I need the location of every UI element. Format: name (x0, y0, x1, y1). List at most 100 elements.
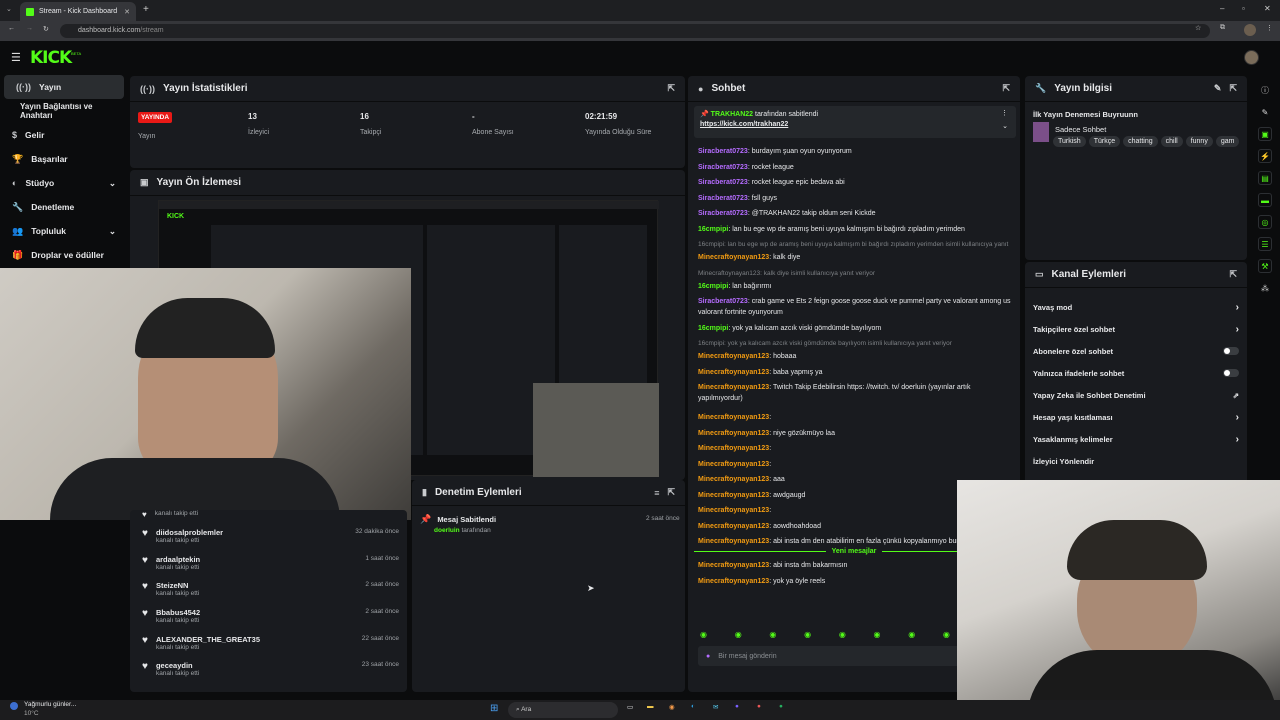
toggle-switch[interactable] (1223, 347, 1239, 355)
emote-icon[interactable]: ◉ (735, 630, 742, 642)
chat-username[interactable]: Minecraftoynayan123 (698, 578, 769, 585)
chat-username[interactable]: Minecraftoynayan123 (698, 523, 769, 530)
popout-icon[interactable]: ⇱ (1229, 269, 1237, 280)
emote-icon[interactable]: ◉ (874, 630, 881, 642)
kick-logo[interactable]: KICK (30, 48, 72, 68)
chat-username[interactable]: Minecraftoynayan123 (698, 445, 769, 452)
follower-name[interactable]: ALEXANDER_THE_GREAT35 (156, 635, 354, 644)
chat-username[interactable]: Minecraftoynayan123 (698, 492, 769, 499)
channel-action-item[interactable]: Takipçilere özel sohbet › (1025, 318, 1247, 340)
browser-tab[interactable]: Stream - Kick Dashboard ✕ (20, 2, 136, 21)
channel-action-item[interactable]: Yavaş mod › (1025, 296, 1247, 318)
follower-name[interactable]: SteizeNN (156, 581, 357, 590)
address-bar[interactable]: dashboard.kick.com/stream (60, 24, 1210, 38)
taskbar-search[interactable]: ⌕ Ara (508, 702, 618, 718)
minimize-icon[interactable]: – (1220, 4, 1224, 13)
emote-icon[interactable]: ◉ (769, 630, 776, 642)
chat-username[interactable]: Siracberat0723 (698, 298, 748, 305)
emote-icon[interactable]: ◉ (943, 630, 950, 642)
channel-action-item[interactable]: İzleyici Yönlendir (1025, 450, 1247, 472)
chat-username[interactable]: Siracberat0723 (698, 164, 748, 171)
emote-icon[interactable]: ◉ (839, 630, 846, 642)
filter-icon[interactable]: ≡ (654, 488, 659, 498)
follower-name[interactable]: geceaydin (156, 661, 354, 670)
chevron-down-icon[interactable]: ⌄ (1002, 122, 1008, 130)
category-name[interactable]: Sadece Sohbet (1055, 125, 1106, 134)
sidebar-item-basarilar[interactable]: 🏆 Başarılar (0, 147, 128, 171)
popout-icon[interactable]: ⇱ (667, 83, 675, 94)
chat-username[interactable]: 16cmpipi (698, 283, 728, 290)
chat-username[interactable]: Minecraftoynayan123 (698, 369, 769, 376)
maximize-icon[interactable]: ▫ (1242, 4, 1245, 13)
chat-username[interactable]: Minecraftoynayan123 (698, 353, 769, 360)
moderation-item-user[interactable]: doerluin (434, 527, 460, 534)
chat-username[interactable]: Minecraftoynayan123 (698, 430, 769, 437)
channel-action-item[interactable]: Hesap yaşı kısıtlaması › (1025, 406, 1247, 428)
new-tab-icon[interactable]: + (143, 4, 149, 15)
profile-avatar[interactable] (1244, 24, 1256, 36)
sidebar-item-denetleme[interactable]: 🔧 Denetleme (0, 195, 128, 219)
channel-action-item[interactable]: Yapay Zeka ile Sohbet Denetimi ⇗ (1025, 384, 1247, 406)
emote-icon[interactable]: ◉ (700, 630, 707, 642)
back-icon[interactable]: ← (8, 25, 15, 32)
sidebar-item-studyo[interactable]: ◐ Stüdyo ⌄ (0, 171, 128, 195)
pencil-icon[interactable]: ✎ (1258, 105, 1272, 119)
pinned-link[interactable]: https://kick.com/trakhan22 (700, 121, 1010, 128)
forward-icon[interactable]: → (26, 25, 33, 32)
follower-name[interactable]: Bbabus4542 (156, 608, 357, 617)
chat-username[interactable]: Siracberat0723 (698, 179, 748, 186)
sidebar-item-stream-key[interactable]: Yayın Bağlantısı ve Anahtarı (0, 99, 128, 123)
channel-action-item[interactable]: Yalnızca ifadelerle sohbet (1025, 362, 1247, 384)
info-icon[interactable]: ⓘ (1258, 83, 1272, 97)
sidebar-item-yayin[interactable]: ((·)) Yayın (4, 75, 124, 99)
emote-icon[interactable]: ◉ (908, 630, 915, 642)
chat-username[interactable]: Minecraftoynayan123 (698, 384, 769, 391)
tab-search-icon[interactable]: ⌄ (6, 5, 12, 13)
chat-username[interactable]: 16cmpipi (698, 226, 728, 233)
chat-username[interactable]: Minecraftoynayan123 (698, 254, 769, 261)
extensions-icon[interactable]: ⧉ (1220, 24, 1225, 32)
reload-icon[interactable]: ↻ (43, 25, 49, 33)
sidebar-item-topluluk[interactable]: 👥 Topluluk ⌄ (0, 219, 128, 243)
channel-action-item[interactable]: Abonelere özel sohbet (1025, 340, 1247, 362)
bookmark-star-icon[interactable]: ☆ (1195, 24, 1201, 32)
task-view-icon[interactable]: ▭ (627, 703, 633, 711)
nodes-icon[interactable]: ⁂ (1258, 281, 1272, 295)
chat-username[interactable]: 16cmpipi (698, 325, 728, 332)
channel-action-item[interactable]: Yasaklanmış kelimeler › (1025, 428, 1247, 450)
mail-icon[interactable]: ✉ (713, 703, 718, 711)
edge-icon[interactable]: ◐ (691, 703, 695, 710)
weather-icon[interactable] (10, 702, 18, 710)
popout-icon[interactable]: ⇱ (1229, 83, 1237, 94)
spotify-icon[interactable]: ● (779, 703, 783, 710)
chat-username[interactable]: Siracberat0723 (698, 210, 748, 217)
sidebar-item-droplar[interactable]: 🎁 Droplar ve ödüller (0, 243, 128, 267)
popout-icon[interactable]: ⇱ (1002, 83, 1010, 94)
chat-icon[interactable]: ▬ (1258, 193, 1272, 207)
windows-start-icon[interactable]: ⊞ (490, 703, 498, 714)
follower-name[interactable]: diidosalproblemler (156, 528, 347, 537)
page-icon[interactable]: ▤ (1258, 171, 1272, 185)
list-icon[interactable]: ☰ (1258, 237, 1272, 251)
popout-icon[interactable]: ⇱ (667, 487, 675, 498)
close-window-icon[interactable]: ✕ (1264, 4, 1271, 13)
discord-icon[interactable]: ● (735, 703, 739, 710)
hamburger-menu-icon[interactable]: ☰ (11, 51, 21, 64)
crop-icon[interactable]: ▣ (1258, 127, 1272, 141)
toggle-switch[interactable] (1223, 369, 1239, 377)
follower-name[interactable]: ardaalptekin (156, 555, 357, 564)
pinned-message[interactable]: 📌 TRAKHAN22 tarafından sabitlendi https:… (694, 106, 1016, 138)
chat-username[interactable]: Siracberat0723 (698, 148, 748, 155)
file-explorer-icon[interactable]: ▬ (647, 703, 654, 710)
microphone-icon[interactable]: ● (706, 653, 710, 660)
weather-text[interactable]: Yağmurlu günler... (24, 701, 76, 708)
chat-username[interactable]: Minecraftoynayan123 (698, 562, 769, 569)
close-tab-icon[interactable]: ✕ (124, 8, 130, 16)
chat-username[interactable]: Siracberat0723 (698, 195, 748, 202)
broadcast-icon[interactable]: ◎ (1258, 215, 1272, 229)
app-icon[interactable]: ● (757, 703, 761, 710)
user-avatar[interactable] (1244, 50, 1259, 65)
browser-menu-icon[interactable]: ⋮ (1266, 24, 1273, 32)
chrome-icon[interactable]: ◉ (669, 703, 675, 711)
chat-username[interactable]: Minecraftoynayan123 (698, 476, 769, 483)
